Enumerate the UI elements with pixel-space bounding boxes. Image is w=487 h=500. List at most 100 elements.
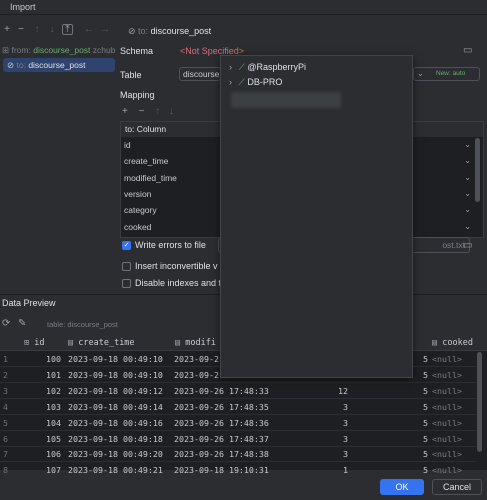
col-header-cooked[interactable]: ▤ cooked — [432, 336, 473, 351]
target-header: ⊘ to: discourse_post — [128, 26, 212, 36]
cell-modified: 2023-09-26 17:48:38 — [174, 449, 269, 460]
cell-create-time: 2023-09-18 00:49:12 — [68, 385, 163, 396]
row-number: 1 — [3, 354, 8, 364]
col-header-create-time[interactable]: ▤ create_time — [68, 336, 135, 351]
cell-cooked: <null> — [432, 433, 462, 444]
folder-icon[interactable]: ▭ — [463, 45, 472, 56]
col-header-id[interactable]: ⊞ id — [24, 336, 45, 351]
new-badge: New: auto — [436, 70, 466, 77]
disable-indexes-checkbox[interactable] — [122, 279, 131, 288]
cell-id: 106 — [46, 449, 61, 460]
cell-value: 3 — [343, 433, 348, 444]
chevron-right-icon: › — [229, 77, 232, 87]
chevron-down-icon[interactable]: ⌄ — [464, 153, 471, 169]
back-icon[interactable]: ← — [84, 25, 94, 35]
column-icon: ▤ — [175, 338, 186, 348]
data-preview-title: Data Preview — [2, 298, 56, 308]
target-table-name: discourse_post — [28, 60, 86, 70]
forward-icon[interactable]: → — [100, 25, 110, 35]
write-errors-checkbox[interactable]: ✓ — [122, 241, 131, 250]
move-top-icon[interactable]: ⤒ — [62, 24, 73, 35]
scrollbar[interactable] — [477, 352, 482, 452]
row-number: 3 — [3, 385, 8, 396]
cell-value: 5 — [423, 385, 428, 396]
cell-value: 5 — [423, 449, 428, 460]
tree-item-target[interactable]: ⊘ to: discourse_post — [3, 58, 115, 72]
scrollbar[interactable] — [475, 138, 480, 202]
insert-inconvertible-label: Insert inconvertible v — [135, 261, 218, 271]
move-up-icon[interactable]: ↑ — [32, 25, 42, 35]
popup-item[interactable]: › ⟋ DB-PRO — [229, 75, 409, 89]
folder-icon[interactable]: ▭ — [463, 240, 472, 251]
table-select-right[interactable]: New: auto ⌄ — [413, 67, 480, 81]
cell-id: 102 — [46, 385, 61, 396]
table-row[interactable]: 6 105 2023-09-18 00:49:18 2023-09-26 17:48:… — [0, 431, 476, 447]
mapping-column-name: version — [124, 188, 152, 199]
add-icon[interactable]: + — [122, 106, 128, 117]
key-icon: ⊞ — [24, 338, 35, 348]
remove-icon[interactable]: − — [16, 25, 26, 35]
chevron-down-icon[interactable]: ⌄ — [464, 170, 471, 186]
cell-modified: 2023-09-26 17:48:33 — [174, 385, 269, 396]
cell-cooked: <null> — [432, 417, 462, 428]
popup-item[interactable]: › ⟋ @RaspberryPi — [229, 60, 409, 74]
chevron-down-icon[interactable]: ⌄ — [464, 202, 471, 218]
column-icon: ▤ — [68, 338, 79, 348]
col-header-modified[interactable]: ▤ modifi — [175, 336, 216, 351]
refresh-icon[interactable]: ⟳ — [2, 318, 10, 329]
cell-modified: 2023-09-26 17:48:36 — [174, 417, 269, 428]
chevron-down-icon[interactable]: ⌄ — [464, 137, 471, 153]
connection-icon: ⟋ — [238, 62, 245, 72]
cell-cooked: <null> — [432, 465, 462, 476]
tree-item-source[interactable]: ⊞ from: discourse_post zchub — [0, 43, 116, 57]
cell-modified: 2023-09-18 19:10:31 — [174, 465, 269, 476]
row-number: 2 — [3, 369, 8, 380]
cancel-button[interactable]: Cancel — [432, 479, 482, 495]
chevron-down-icon[interactable]: ⌄ — [464, 219, 471, 235]
edit-icon[interactable]: ✎ — [18, 318, 26, 329]
preview-table-label: table: discourse_post — [47, 320, 118, 329]
row-number: 5 — [3, 417, 8, 428]
mapping-column-name: modified_time — [124, 172, 177, 183]
cell-id: 104 — [46, 417, 61, 428]
link-icon: ⊘ — [128, 26, 139, 36]
cell-create-time: 2023-09-18 00:49:16 — [68, 417, 163, 428]
import-dialog: Import + − ↑ ↓ ⤒ ← → ⊞ from: discourse_p… — [0, 0, 487, 500]
chevron-down-icon[interactable]: ⌄ — [464, 186, 471, 202]
cell-value: 5 — [423, 417, 428, 428]
cell-create-time: 2023-09-18 00:49:10 — [68, 369, 163, 380]
target-header-table: discourse_post — [150, 26, 212, 36]
chevron-right-icon: › — [229, 62, 232, 72]
move-down-icon[interactable]: ↓ — [47, 25, 57, 35]
cell-id: 105 — [46, 433, 61, 444]
write-errors-label: Write errors to file — [135, 240, 206, 250]
cell-create-time: 2023-09-18 00:49:10 — [68, 354, 163, 364]
ok-button[interactable]: OK — [380, 479, 424, 495]
cell-value: 3 — [343, 449, 348, 460]
cell-cooked: <null> — [432, 369, 462, 380]
cell-value: 5 — [423, 433, 428, 444]
cell-cooked: <null> — [432, 385, 462, 396]
add-icon[interactable]: + — [2, 25, 12, 35]
remove-icon[interactable]: − — [139, 106, 145, 117]
left-toolbar: + − ↑ ↓ ⤒ ← → — [0, 22, 116, 38]
blurred-item — [231, 92, 341, 108]
move-down-icon[interactable]: ↓ — [169, 106, 174, 117]
cell-id: 101 — [46, 369, 61, 380]
table-select[interactable]: discourse — [179, 67, 221, 81]
table-row[interactable]: 3 102 2023-09-18 00:49:12 2023-09-26 17:48:… — [0, 383, 476, 399]
table-row[interactable]: 8 107 2023-09-18 00:49:21 2023-09-18 19:10:… — [0, 462, 476, 479]
table-row[interactable]: 7 106 2023-09-18 00:49:20 2023-09-26 17:48:… — [0, 446, 476, 463]
title-bar: Import — [0, 0, 487, 15]
table-row[interactable]: 5 104 2023-09-18 00:49:16 2023-09-26 17:48:… — [0, 415, 476, 431]
mapping-column-name: id — [124, 140, 131, 150]
cell-create-time: 2023-09-18 00:49:21 — [68, 465, 163, 476]
cell-modified: 2023-09-2 — [174, 369, 219, 380]
move-up-icon[interactable]: ↑ — [155, 106, 160, 117]
mapping-toolbar: + − ↑ ↓ — [122, 106, 202, 118]
cell-modified: 2023-09-26 17:48:35 — [174, 401, 269, 412]
cell-create-time: 2023-09-18 00:49:18 — [68, 433, 163, 444]
table-row[interactable]: 4 103 2023-09-18 00:49:14 2023-09-26 17:48:… — [0, 399, 476, 415]
insert-inconvertible-checkbox[interactable] — [122, 262, 131, 271]
column-icon: ▤ — [432, 338, 443, 348]
